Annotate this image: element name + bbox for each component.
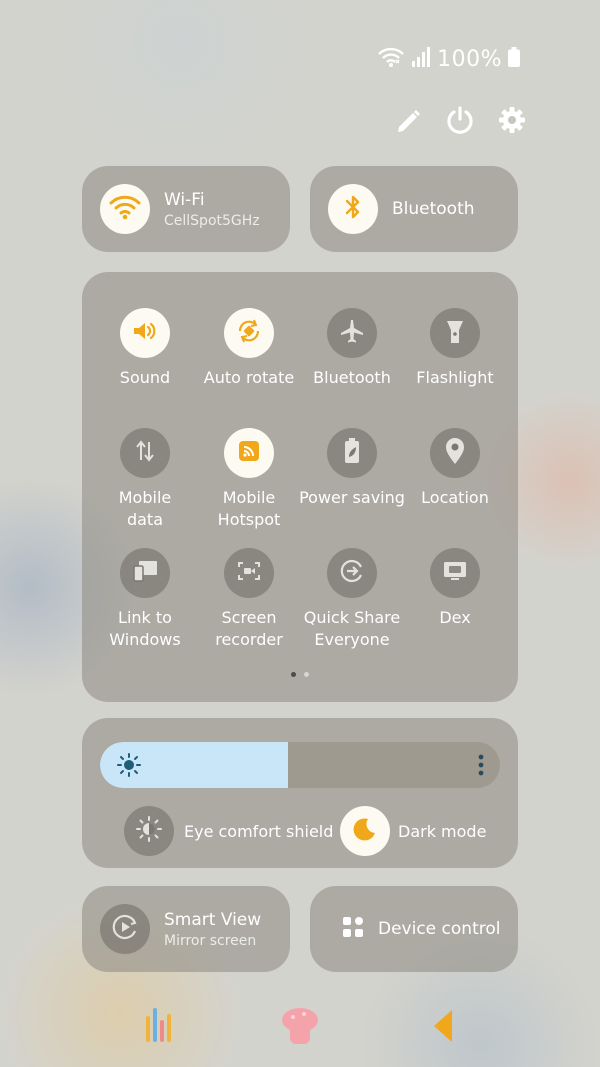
page-dot-active[interactable]: [291, 672, 296, 677]
bluetooth-title: Bluetooth: [392, 199, 475, 219]
recents-icon[interactable]: [144, 1006, 172, 1048]
dark-mode-toggle[interactable]: [340, 806, 390, 856]
power-saving-toggle[interactable]: [327, 428, 377, 478]
eye-comfort-label: Eye comfort shield: [184, 821, 334, 841]
wifi-status-icon: [377, 46, 405, 72]
smart-view-icon: [111, 913, 139, 945]
tile-airplane[interactable]: Bluetooth: [297, 308, 407, 389]
wifi-tile[interactable]: Wi-Fi CellSpot5GHz: [82, 166, 290, 252]
quick-share-toggle[interactable]: [327, 548, 377, 598]
bluetooth-toggle[interactable]: [328, 184, 378, 234]
hotspot-toggle[interactable]: [224, 428, 274, 478]
dark-mode-label: Dark mode: [398, 821, 487, 841]
back-icon[interactable]: [430, 1008, 456, 1048]
status-bar: 100%: [377, 46, 520, 72]
airplane-icon: [339, 318, 365, 348]
pencil-icon[interactable]: [392, 104, 424, 136]
page-dot[interactable]: [304, 672, 309, 677]
tile-label: Location: [421, 488, 489, 507]
screen-recorder-toggle[interactable]: [224, 548, 274, 598]
dex-icon: [442, 559, 468, 587]
smart-view-tile[interactable]: Smart View Mirror screen: [82, 886, 290, 972]
wifi-icon: [109, 194, 141, 224]
screen-recorder-icon: [236, 559, 262, 587]
power-icon[interactable]: [444, 104, 476, 136]
gear-icon[interactable]: [496, 104, 528, 136]
tile-location[interactable]: Location: [400, 428, 510, 509]
link-windows-icon: [132, 559, 158, 587]
data-arrows-icon: [133, 439, 157, 467]
page-indicator: [82, 672, 518, 677]
device-control-title: Device control: [378, 919, 501, 939]
flashlight-toggle[interactable]: [430, 308, 480, 358]
dark-mode-toggle-row[interactable]: Dark mode: [340, 806, 504, 856]
signal-icon: [411, 47, 431, 71]
tile-power-saving[interactable]: Power saving: [297, 428, 407, 509]
tile-label: Quick Share Everyone: [303, 608, 401, 649]
tile-label: Flashlight: [416, 368, 494, 387]
smart-view-title: Smart View: [164, 909, 262, 930]
tile-label: Power saving: [299, 488, 405, 507]
tile-sound[interactable]: Sound: [90, 308, 200, 389]
sun-icon: [116, 752, 142, 782]
flashlight-icon: [444, 317, 466, 349]
tile-label: Sound: [119, 368, 171, 387]
wifi-title: Wi-Fi: [164, 189, 205, 210]
eye-comfort-toggle-row[interactable]: Eye comfort shield: [124, 806, 333, 856]
sound-toggle[interactable]: [120, 308, 170, 358]
moon-icon: [352, 816, 378, 846]
tile-mobile-hotspot[interactable]: Mobile Hotspot: [194, 428, 304, 531]
tile-flashlight[interactable]: Flashlight: [400, 308, 510, 389]
tile-quick-share[interactable]: Quick Share Everyone: [297, 548, 407, 651]
more-vertical-icon[interactable]: [476, 753, 486, 781]
location-pin-icon: [444, 437, 466, 469]
battery-icon: [508, 47, 520, 71]
battery-leaf-icon: [342, 437, 362, 469]
smart-view-subtitle: Mirror screen: [164, 932, 257, 949]
auto-rotate-toggle[interactable]: [224, 308, 274, 358]
wifi-toggle[interactable]: [100, 184, 150, 234]
tile-dex[interactable]: Dex: [400, 548, 510, 629]
smart-view-toggle[interactable]: [100, 904, 150, 954]
bluetooth-icon: [343, 193, 363, 225]
airplane-toggle[interactable]: [327, 308, 377, 358]
tile-label: Screen recorder: [215, 608, 283, 649]
brightness-slider[interactable]: [100, 742, 500, 788]
tile-link-to-windows[interactable]: Link to Windows: [90, 548, 200, 651]
mobile-data-toggle[interactable]: [120, 428, 170, 478]
hotspot-icon: [238, 440, 260, 466]
tile-label: Mobile data: [118, 488, 172, 529]
device-control-tile[interactable]: Device control: [310, 886, 518, 972]
home-icon[interactable]: [280, 1006, 320, 1050]
tile-label: Link to Windows: [109, 608, 181, 649]
rotate-icon: [235, 317, 263, 349]
navigation-bar: [0, 1006, 600, 1048]
location-toggle[interactable]: [430, 428, 480, 478]
quick-settings-panel: Sound Auto rotate Bluetooth Flashlight M…: [82, 272, 518, 702]
eye-comfort-icon: [135, 815, 163, 847]
wifi-network-name: CellSpot5GHz: [164, 212, 260, 229]
link-windows-toggle[interactable]: [120, 548, 170, 598]
tile-screen-recorder[interactable]: Screen recorder: [194, 548, 304, 651]
dex-toggle[interactable]: [430, 548, 480, 598]
display-panel: Eye comfort shield Dark mode: [82, 718, 518, 868]
top-actions: [392, 104, 528, 136]
tile-label: Dex: [439, 608, 471, 627]
eye-comfort-toggle[interactable]: [124, 806, 174, 856]
battery-percent: 100%: [437, 46, 502, 72]
tile-label: Mobile Hotspot: [217, 488, 281, 529]
quick-share-icon: [339, 558, 365, 588]
grid-icon: [342, 916, 364, 942]
tile-label: Auto rotate: [203, 368, 295, 387]
tile-auto-rotate[interactable]: Auto rotate: [194, 308, 304, 389]
tile-label: Bluetooth: [313, 368, 391, 387]
speaker-icon: [132, 320, 158, 346]
tile-mobile-data[interactable]: Mobile data: [90, 428, 200, 531]
bluetooth-tile[interactable]: Bluetooth: [310, 166, 518, 252]
